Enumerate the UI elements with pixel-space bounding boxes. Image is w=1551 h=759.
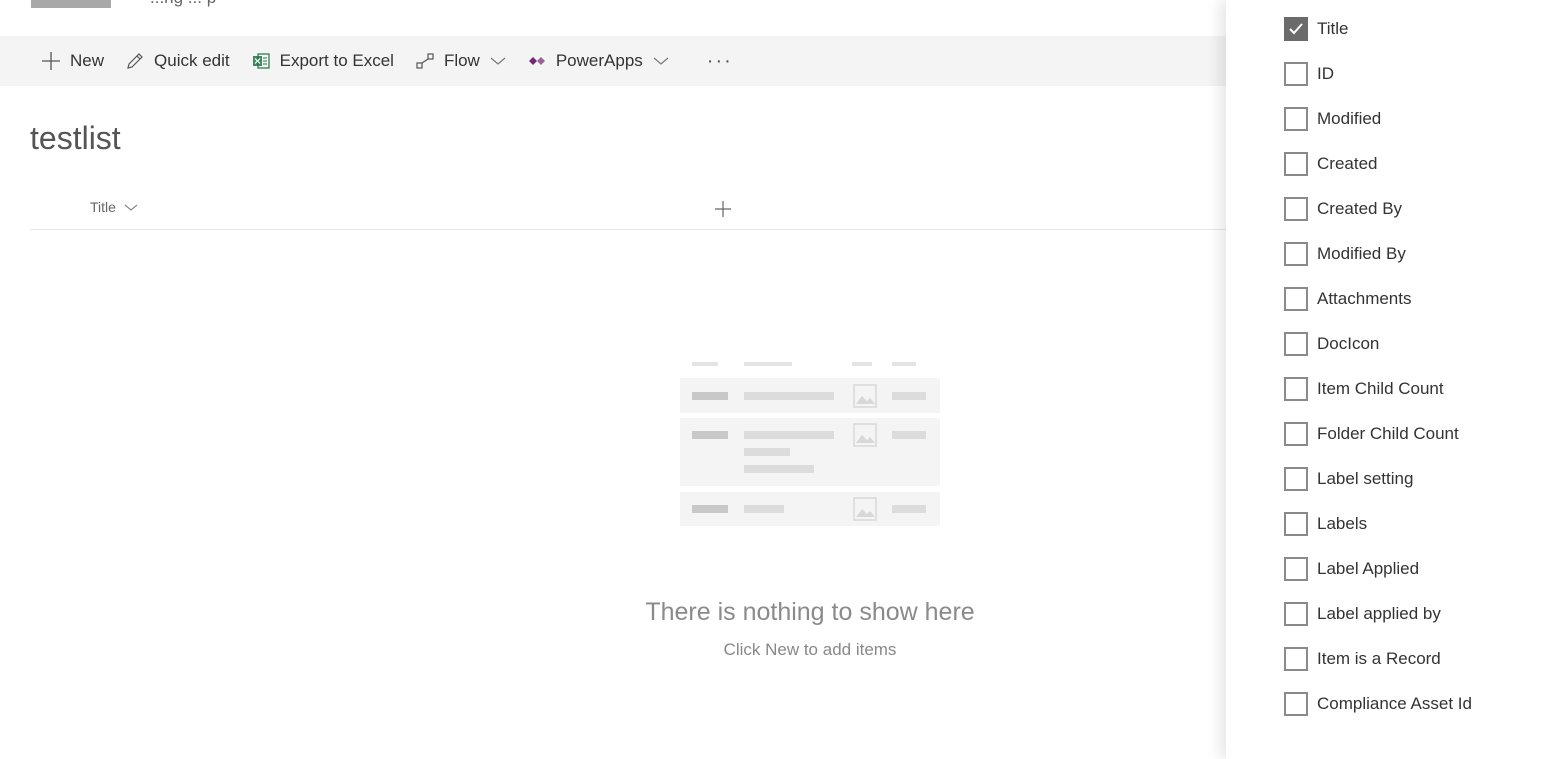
empty-list-illustration (680, 362, 940, 526)
column-option-label: Label setting (1317, 469, 1414, 488)
export-to-excel-button[interactable]: Export to Excel (240, 36, 404, 86)
column-header-row: Title (30, 190, 1226, 230)
empty-state-title: There is nothing to show here (645, 598, 975, 626)
column-option-label: Created (1317, 154, 1378, 173)
column-option[interactable]: Modified (1284, 106, 1381, 132)
column-option-label: Labels (1317, 514, 1368, 533)
column-checkbox[interactable] (1284, 512, 1308, 536)
column-option-label: Folder Child Count (1317, 424, 1459, 443)
column-option[interactable]: Item is a Record (1284, 646, 1441, 672)
column-option[interactable]: Folder Child Count (1284, 421, 1459, 447)
column-checkbox[interactable] (1284, 197, 1308, 221)
column-option[interactable]: Compliance Asset Id (1284, 691, 1472, 717)
column-checkbox[interactable] (1284, 107, 1308, 131)
column-checkbox[interactable] (1284, 287, 1308, 311)
export-label: Export to Excel (279, 51, 394, 70)
column-checkbox[interactable] (1284, 242, 1308, 266)
chevron-down-icon (490, 56, 506, 66)
chevron-down-icon (653, 56, 669, 66)
column-option-label: Attachments (1317, 289, 1412, 308)
column-option[interactable]: Created By (1284, 196, 1402, 222)
powerapps-button[interactable]: PowerApps (516, 36, 679, 86)
column-option[interactable]: Label setting (1284, 466, 1413, 492)
column-option-label: DocIcon (1317, 334, 1380, 353)
add-column-button[interactable] (712, 198, 734, 220)
powerapps-label: PowerApps (555, 51, 643, 70)
column-option-label: Compliance Asset Id (1317, 694, 1472, 713)
column-option[interactable]: Created (1284, 151, 1377, 177)
column-checkbox[interactable] (1284, 62, 1308, 86)
column-option[interactable]: Attachments (1284, 286, 1412, 312)
column-checkbox[interactable] (1284, 377, 1308, 401)
new-button[interactable]: New (30, 36, 114, 86)
column-option-label: Modified (1317, 109, 1382, 128)
quick-edit-label: Quick edit (154, 51, 230, 70)
list-page: ...ng ... p New Quick edit Expo (0, 0, 1551, 759)
pencil-icon (124, 50, 146, 72)
column-checkbox[interactable] (1284, 557, 1308, 581)
column-checkbox[interactable] (1284, 647, 1308, 671)
flow-label: Flow (443, 51, 480, 70)
column-option[interactable]: ID (1284, 61, 1334, 87)
column-option[interactable]: Labels (1284, 511, 1367, 537)
column-option-label: Title (1317, 19, 1349, 38)
powerapps-icon (526, 50, 548, 72)
new-button-label: New (70, 51, 105, 70)
chevron-down-icon (124, 203, 138, 212)
command-bar: New Quick edit Export to Excel Flow Powe… (0, 36, 1226, 86)
column-checkbox[interactable] (1284, 17, 1308, 41)
column-checkbox[interactable] (1284, 692, 1308, 716)
column-option[interactable]: Label applied by (1284, 601, 1441, 627)
column-checkbox[interactable] (1284, 152, 1308, 176)
checkmark-icon (1289, 23, 1303, 35)
column-option-label: Label applied by (1317, 604, 1441, 623)
column-option[interactable]: Modified By (1284, 241, 1406, 267)
column-option[interactable]: DocIcon (1284, 331, 1379, 357)
empty-state-subtitle: Click New to add items (723, 640, 897, 659)
column-option-label: Item is a Record (1317, 649, 1441, 668)
column-option-label: Label Applied (1317, 559, 1420, 578)
excel-icon (250, 50, 272, 72)
column-option-label: ID (1317, 64, 1334, 83)
plus-icon (40, 50, 62, 72)
quick-edit-button[interactable]: Quick edit (114, 36, 240, 86)
plus-icon (715, 201, 731, 217)
column-option-label: Created By (1317, 199, 1403, 218)
column-checkbox[interactable] (1284, 332, 1308, 356)
column-option-label: Modified By (1317, 244, 1406, 263)
site-name[interactable]: ...ng ... p (150, 0, 216, 8)
more-options-button[interactable]: ··· (679, 36, 743, 86)
flow-icon (414, 50, 436, 72)
column-option-label: Item Child Count (1317, 379, 1444, 398)
column-checkbox[interactable] (1284, 422, 1308, 446)
site-logo[interactable] (31, 0, 111, 8)
column-option[interactable]: Label Applied (1284, 556, 1419, 582)
column-option[interactable]: Title (1284, 16, 1349, 42)
more-icon: ··· (706, 49, 733, 72)
column-option[interactable]: Item Child Count (1284, 376, 1444, 402)
column-checkbox[interactable] (1284, 602, 1308, 626)
column-header-title-label: Title (90, 199, 116, 215)
show-hide-columns-panel: Title ID Modified Created Created By Modified… (1226, 0, 1551, 759)
list-title: testlist (30, 120, 121, 156)
column-header-title[interactable]: Title (90, 199, 138, 215)
flow-button[interactable]: Flow (404, 36, 516, 86)
column-checkbox[interactable] (1284, 467, 1308, 491)
